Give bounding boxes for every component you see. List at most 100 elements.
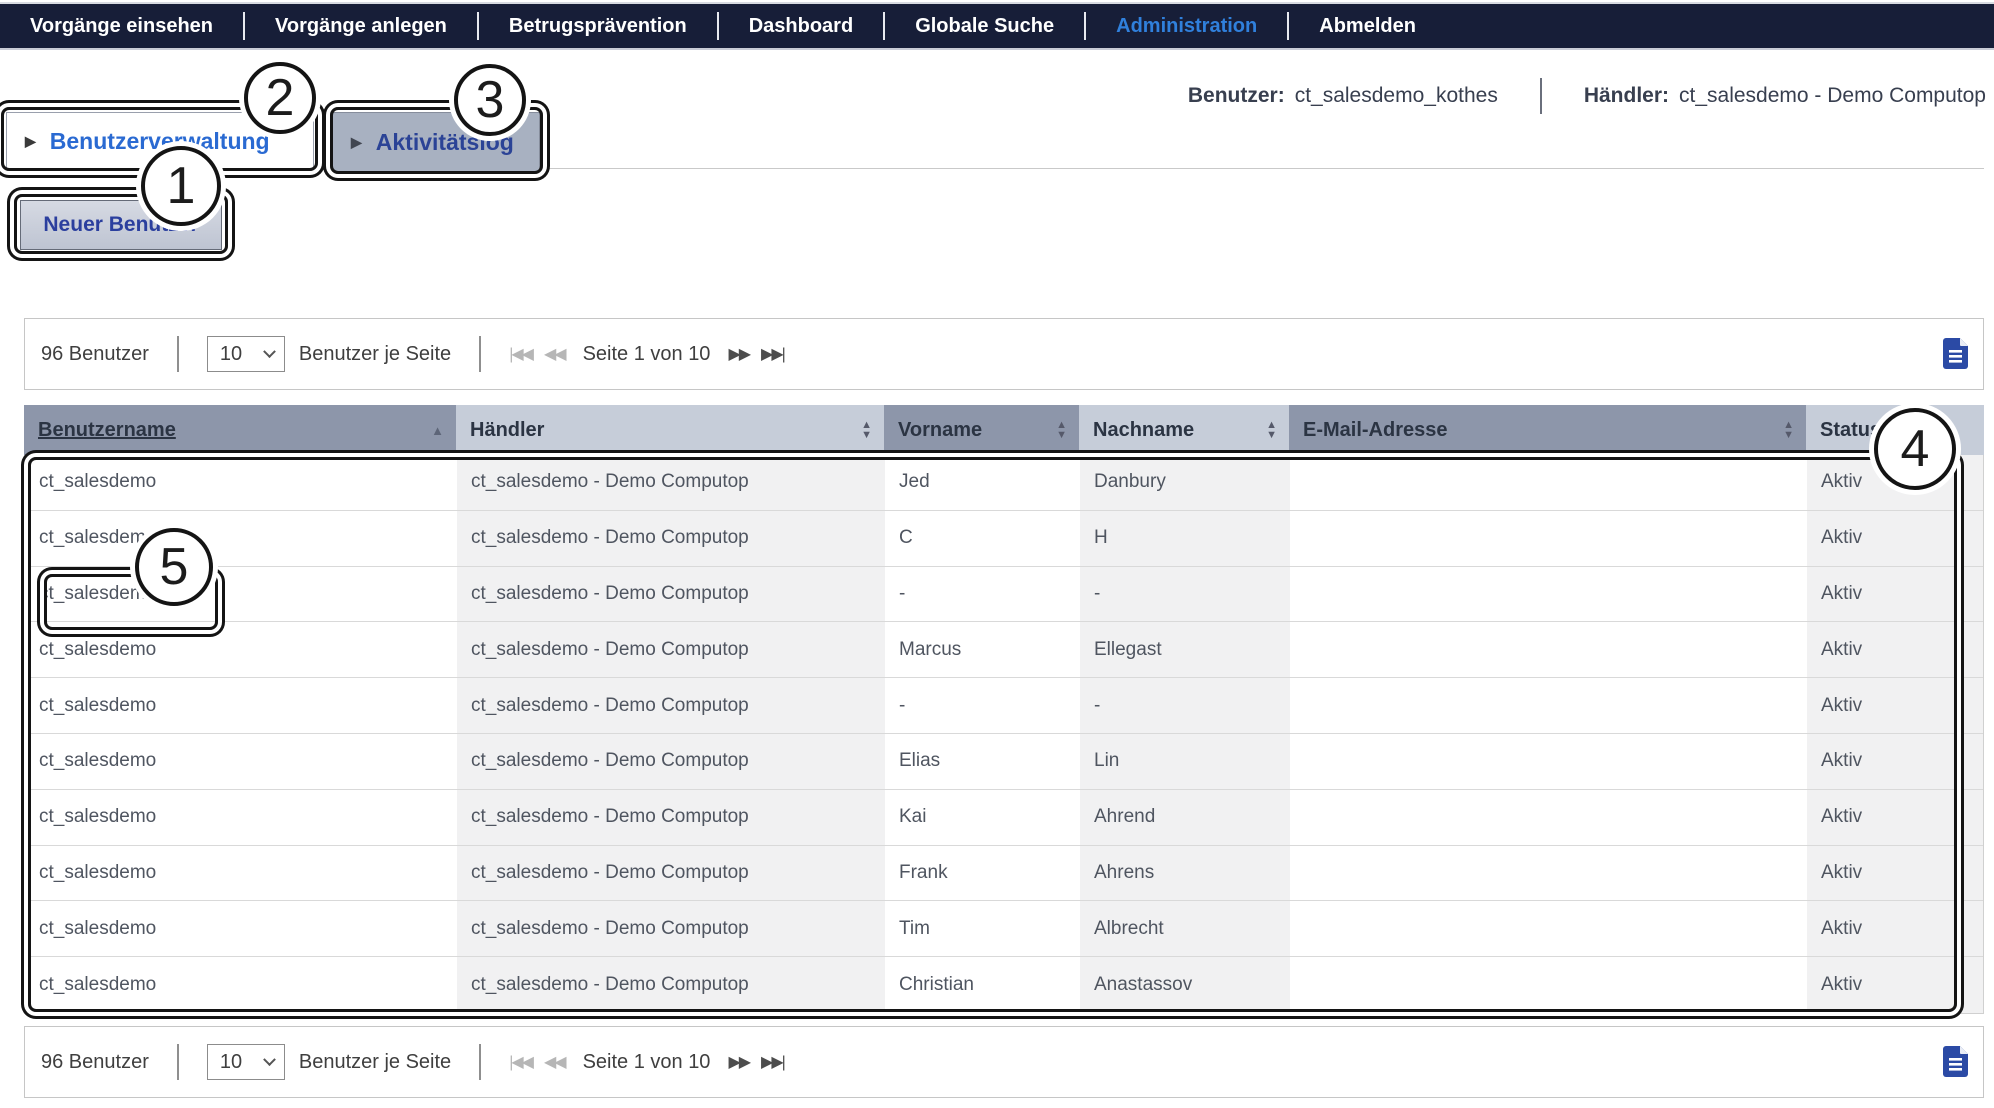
merchant-value: ct_salesdemo - Demo Computop (1679, 84, 1986, 107)
tab-benutzerverwaltung[interactable]: ▶ Benutzerverwaltung (6, 112, 314, 170)
username-cell[interactable]: ct_salesdemo (25, 455, 457, 510)
lastname-cell: - (1080, 567, 1290, 622)
last-page-icon[interactable]: ▶▶| (761, 1052, 784, 1072)
export-document-icon[interactable] (1942, 337, 1969, 376)
prev-page-icon[interactable]: ◀◀ (544, 1052, 565, 1072)
nav-item-betrugsprävention[interactable]: Betrugsprävention (479, 15, 717, 38)
next-page-icon[interactable]: ▶▶ (728, 344, 749, 364)
merchant-cell: ct_salesdemo - Demo Computop (457, 846, 885, 901)
page-indicator: Seite 1 von 10 (583, 343, 711, 366)
status-cell: Aktiv (1807, 678, 1983, 733)
status-cell: Aktiv (1807, 901, 1983, 956)
username-cell[interactable]: ct_salesdemo (25, 678, 457, 733)
table-row: ct_salesdemoct_salesdemo - Demo Computop… (25, 511, 1983, 567)
firstname-cell: Kai (885, 790, 1080, 845)
username-cell[interactable]: ct_salesdemo (25, 567, 457, 622)
merchant-cell: ct_salesdemo - Demo Computop (457, 734, 885, 789)
chevron-down-icon (263, 1053, 276, 1066)
divider (479, 336, 481, 372)
merchant-cell: ct_salesdemo - Demo Computop (457, 678, 885, 733)
nav-item-vorgänge-einsehen[interactable]: Vorgänge einsehen (30, 15, 243, 38)
lastname-cell: Ellegast (1080, 622, 1290, 677)
sort-both-icon: ▲▼ (1783, 420, 1794, 440)
nav-item-abmelden[interactable]: Abmelden (1289, 15, 1446, 38)
firstname-cell: C (885, 511, 1080, 566)
username-cell[interactable]: ct_salesdemo (25, 846, 457, 901)
user-value: ct_salesdemo_kothes (1295, 84, 1498, 107)
nav-item-globale-suche[interactable]: Globale Suche (885, 15, 1084, 38)
email-cell (1290, 734, 1807, 789)
lastname-cell: Ahrend (1080, 790, 1290, 845)
per-page-label: Benutzer je Seite (299, 1051, 451, 1074)
merchant-cell: ct_salesdemo - Demo Computop (457, 622, 885, 677)
table-row: ct_salesdemoct_salesdemo - Demo Computop… (25, 734, 1983, 790)
lastname-cell: Ahrens (1080, 846, 1290, 901)
tab-arrow-icon: ▶ (25, 133, 36, 150)
per-page-label: Benutzer je Seite (299, 343, 451, 366)
page-size-value: 10 (220, 1051, 242, 1074)
email-cell (1290, 622, 1807, 677)
user-info-bar: Benutzer:ct_salesdemo_kothes Händler:ct_… (960, 76, 1986, 116)
sort-both-icon: ▲▼ (861, 420, 872, 440)
firstname-cell: - (885, 567, 1080, 622)
table-row: ct_salesdemoct_salesdemo - Demo Computop… (25, 901, 1983, 957)
sort-asc-icon: ▲ (431, 423, 444, 438)
top-navbar: Vorgänge einsehenVorgänge anlegenBetrugs… (0, 2, 1994, 50)
page-size-select[interactable]: 10 (207, 1044, 285, 1080)
email-cell (1290, 455, 1807, 510)
username-cell[interactable]: ct_salesdemo (25, 790, 457, 845)
status-cell: Aktiv (1807, 846, 1983, 901)
page-size-select[interactable]: 10 (207, 336, 285, 372)
lastname-cell: Albrecht (1080, 901, 1290, 956)
pager: |◀◀ ◀◀ Seite 1 von 10 ▶▶ ▶▶| (509, 343, 784, 366)
column-header-status[interactable]: Status (1806, 405, 1984, 455)
export-document-icon[interactable] (1942, 1045, 1969, 1084)
column-header-label: E-Mail-Adresse (1303, 419, 1448, 442)
lastname-cell: H (1080, 511, 1290, 566)
merchant-label: Händler: (1584, 84, 1669, 107)
merchant-cell: ct_salesdemo - Demo Computop (457, 901, 885, 956)
username-cell[interactable]: ct_salesdemo (25, 511, 457, 566)
status-cell: Aktiv (1807, 511, 1983, 566)
chevron-down-icon (263, 345, 276, 358)
next-page-icon[interactable]: ▶▶ (728, 1052, 749, 1072)
column-header-händler[interactable]: Händler▲▼ (456, 405, 884, 455)
table-header: Benutzername▲Händler▲▼Vorname▲▼Nachname▲… (24, 405, 1984, 455)
nav-item-vorgänge-anlegen[interactable]: Vorgänge anlegen (245, 15, 477, 38)
merchant-cell: ct_salesdemo - Demo Computop (457, 567, 885, 622)
nav-item-administration[interactable]: Administration (1086, 15, 1287, 38)
column-header-e-mail-adresse[interactable]: E-Mail-Adresse ▲▼ (1289, 405, 1806, 455)
divider (177, 1044, 179, 1080)
merchant-cell: ct_salesdemo - Demo Computop (457, 957, 885, 1013)
first-page-icon[interactable]: |◀◀ (509, 1052, 532, 1072)
last-page-icon[interactable]: ▶▶| (761, 344, 784, 364)
tab-aktivitaetslog[interactable]: ▶ Aktivitätslog (332, 112, 540, 172)
table-row: ct_salesdemoct_salesdemo - Demo Computop… (25, 846, 1983, 902)
lastname-cell: Danbury (1080, 455, 1290, 510)
nav-item-dashboard[interactable]: Dashboard (719, 15, 883, 38)
table-row: ct_salesdemoct_salesdemo - Demo Computop… (25, 678, 1983, 734)
table-row: ct_salesdemoct_salesdemo - Demo Computop… (25, 567, 1983, 623)
first-page-icon[interactable]: |◀◀ (509, 344, 532, 364)
prev-page-icon[interactable]: ◀◀ (544, 344, 565, 364)
column-header-label: Status (1820, 419, 1881, 442)
page-size-value: 10 (220, 343, 242, 366)
column-header-label: Benutzername (38, 419, 176, 442)
status-cell: Aktiv (1807, 734, 1983, 789)
new-user-button[interactable]: Neuer Benutzer (20, 200, 222, 250)
username-cell[interactable]: ct_salesdemo (25, 901, 457, 956)
email-cell (1290, 567, 1807, 622)
column-header-benutzername[interactable]: Benutzername ▲ (24, 405, 456, 455)
column-header-label: Vorname (898, 419, 982, 442)
email-cell (1290, 846, 1807, 901)
firstname-cell: Tim (885, 901, 1080, 956)
status-cell: Aktiv (1807, 455, 1983, 510)
column-header-vorname[interactable]: Vorname▲▼ (884, 405, 1079, 455)
table-row: ct_salesdemoct_salesdemo - Demo Computop… (25, 790, 1983, 846)
email-cell (1290, 678, 1807, 733)
username-cell[interactable]: ct_salesdemo (25, 957, 457, 1013)
username-cell[interactable]: ct_salesdemo (25, 622, 457, 677)
column-header-nachname[interactable]: Nachname▲▼ (1079, 405, 1289, 455)
divider (177, 336, 179, 372)
username-cell[interactable]: ct_salesdemo (25, 734, 457, 789)
